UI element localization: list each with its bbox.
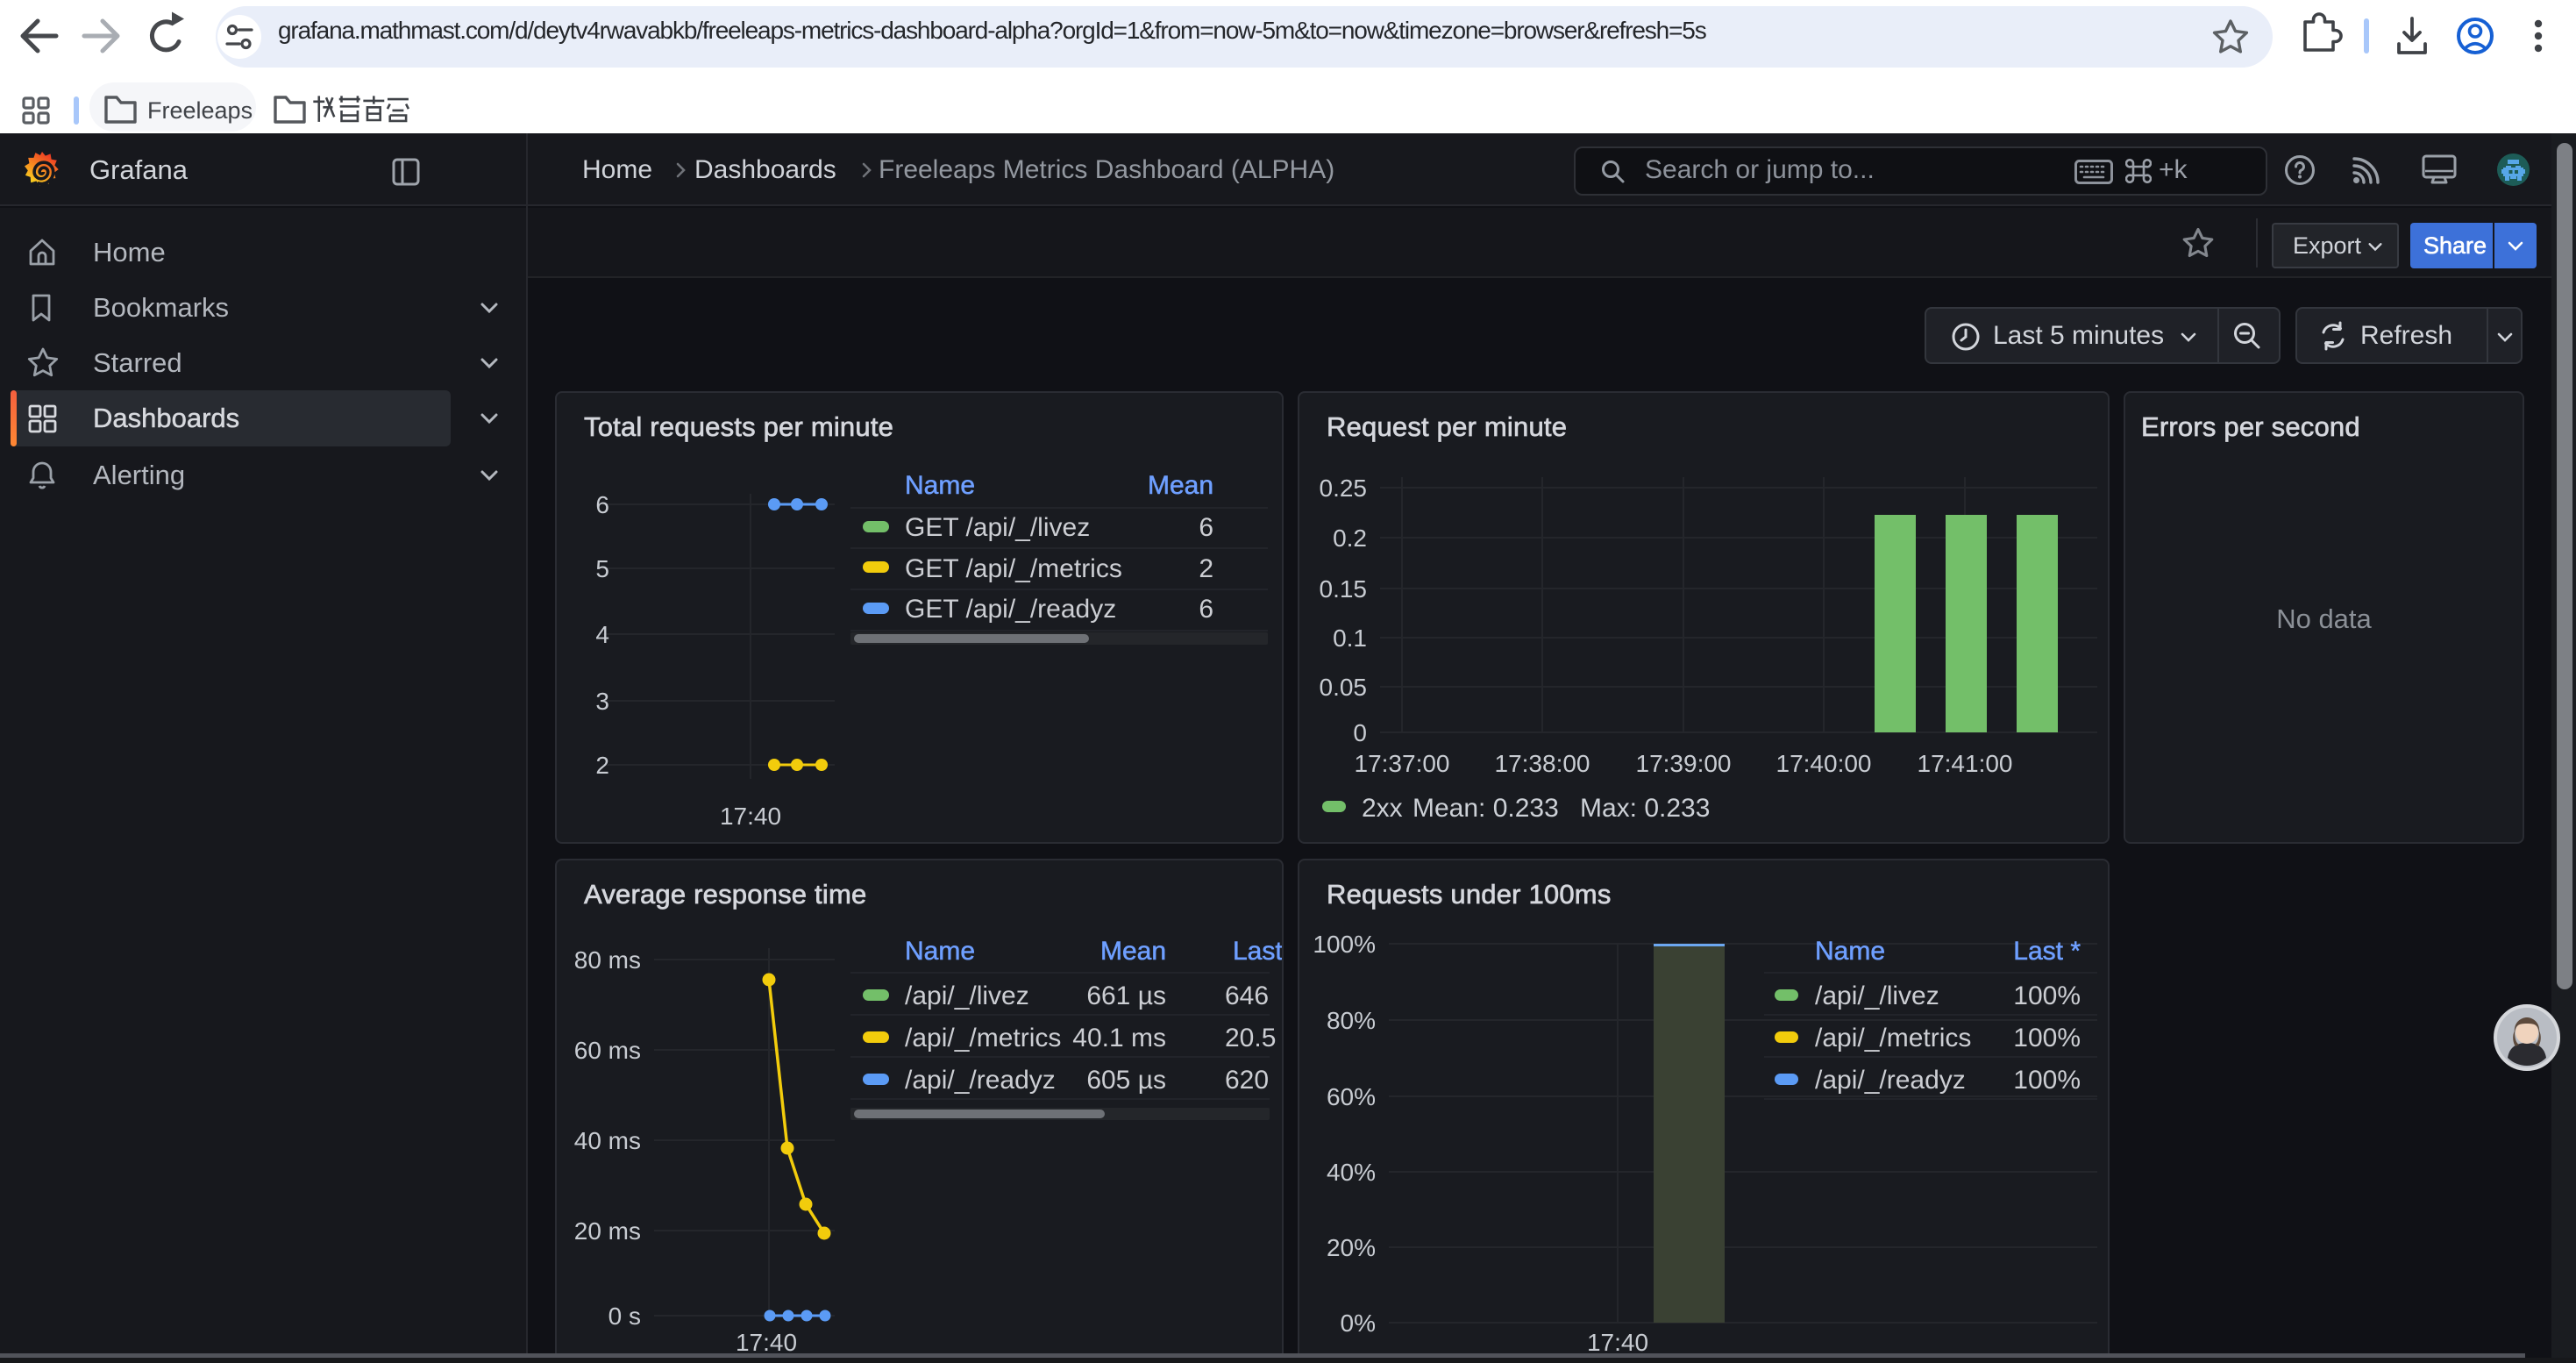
- svg-text:Max: 0.233: Max: 0.233: [1580, 794, 1710, 823]
- svg-text:Name: Name: [905, 471, 975, 500]
- svg-text:Last *: Last *: [2013, 937, 2081, 966]
- svg-text:17:40: 17:40: [720, 803, 781, 830]
- svg-text:0%: 0%: [1341, 1309, 1376, 1337]
- svg-text:605 µs: 605 µs: [1086, 1066, 1166, 1095]
- svg-text:GET /api/_/livez: GET /api/_/livez: [905, 513, 1090, 542]
- svg-text:Name: Name: [1815, 937, 1885, 966]
- svg-text:4: 4: [595, 621, 609, 648]
- svg-text:661 µs: 661 µs: [1086, 981, 1166, 1010]
- svg-text:Last *: Last *: [1233, 937, 1282, 966]
- svg-text:17:40: 17:40: [736, 1329, 797, 1356]
- svg-text:/api/_/livez: /api/_/livez: [1815, 981, 1939, 1010]
- svg-text:/api/_/readyz: /api/_/readyz: [905, 1066, 1056, 1095]
- svg-text:17:40:00: 17:40:00: [1776, 750, 1872, 777]
- svg-text:100%: 100%: [2013, 1024, 2081, 1053]
- svg-text:0.15: 0.15: [1320, 575, 1368, 603]
- svg-text:100%: 100%: [2013, 1066, 2081, 1095]
- svg-text:60%: 60%: [1327, 1083, 1376, 1110]
- svg-text:2xx: 2xx: [1362, 794, 1403, 823]
- svg-text:100%: 100%: [1313, 931, 1376, 958]
- svg-text:0.1: 0.1: [1333, 624, 1367, 652]
- svg-text:646: 646: [1225, 981, 1269, 1010]
- svg-text:0: 0: [1353, 719, 1367, 746]
- svg-text:40 ms: 40 ms: [574, 1127, 641, 1154]
- svg-text:0 s: 0 s: [608, 1302, 641, 1330]
- svg-text:20 ms: 20 ms: [574, 1217, 641, 1245]
- svg-text:6: 6: [1199, 513, 1213, 542]
- svg-text:17:37:00: 17:37:00: [1355, 750, 1450, 777]
- svg-text:620: 620: [1225, 1066, 1269, 1095]
- svg-text:80%: 80%: [1327, 1007, 1376, 1034]
- svg-text:20.5 r: 20.5 r: [1225, 1024, 1282, 1053]
- svg-text:17:40: 17:40: [1587, 1329, 1648, 1356]
- svg-text:0.05: 0.05: [1320, 674, 1368, 701]
- svg-text:6: 6: [1199, 595, 1213, 624]
- svg-text:Mean: Mean: [1148, 471, 1213, 500]
- svg-text:3: 3: [595, 688, 609, 715]
- svg-text:/api/_/metrics: /api/_/metrics: [1815, 1024, 1971, 1053]
- svg-text:0.2: 0.2: [1333, 525, 1367, 552]
- svg-text:/api/_/metrics: /api/_/metrics: [905, 1024, 1061, 1053]
- svg-text:17:39:00: 17:39:00: [1636, 750, 1732, 777]
- svg-text:5: 5: [595, 555, 609, 582]
- svg-text:Name: Name: [905, 937, 975, 966]
- svg-text:40%: 40%: [1327, 1159, 1376, 1186]
- svg-text:Mean: Mean: [1100, 937, 1166, 966]
- svg-text:GET /api/_/readyz: GET /api/_/readyz: [905, 595, 1116, 624]
- svg-text:Mean: 0.233: Mean: 0.233: [1413, 794, 1559, 823]
- svg-text:6: 6: [595, 491, 609, 518]
- svg-text:60 ms: 60 ms: [574, 1037, 641, 1064]
- svg-text:/api/_/livez: /api/_/livez: [905, 981, 1029, 1010]
- svg-text:2: 2: [1199, 554, 1213, 583]
- svg-text:GET /api/_/metrics: GET /api/_/metrics: [905, 554, 1122, 583]
- svg-text:2: 2: [595, 752, 609, 779]
- svg-text:17:41:00: 17:41:00: [1918, 750, 2013, 777]
- svg-text:80 ms: 80 ms: [574, 946, 641, 974]
- svg-text:0.25: 0.25: [1320, 475, 1368, 502]
- svg-text:100%: 100%: [2013, 981, 2081, 1010]
- svg-text:17:38:00: 17:38:00: [1495, 750, 1590, 777]
- svg-text:20%: 20%: [1327, 1234, 1376, 1261]
- svg-text:/api/_/readyz: /api/_/readyz: [1815, 1066, 1966, 1095]
- svg-text:40.1 ms: 40.1 ms: [1072, 1024, 1166, 1053]
